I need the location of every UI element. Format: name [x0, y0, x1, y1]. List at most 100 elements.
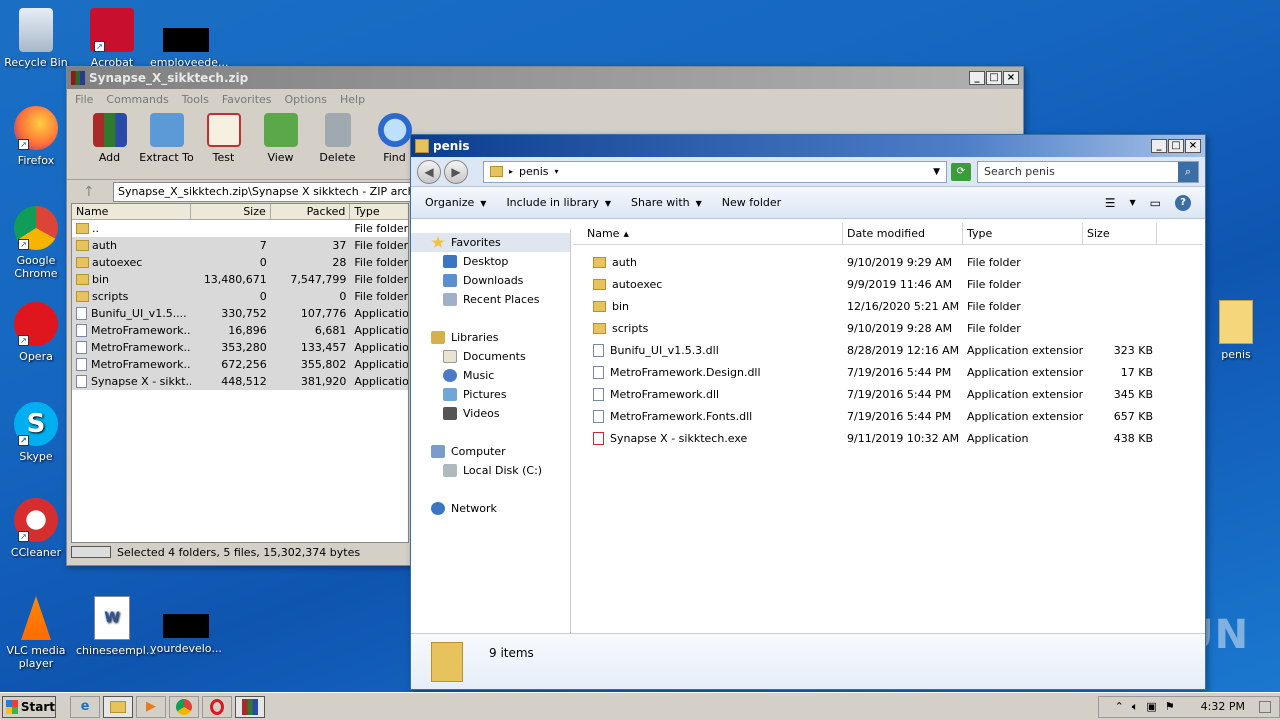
table-row[interactable]: auth 7 37 File folder	[72, 237, 408, 254]
list-item[interactable]: MetroFramework.dll 7/19/2016 5:44 PM Appli…	[573, 383, 1203, 405]
test-button[interactable]: Test	[195, 113, 252, 179]
chevron-up-icon[interactable]: ⌃	[1115, 700, 1124, 713]
table-row[interactable]: MetroFramework... 353,280 133,457 Applicati…	[72, 339, 408, 356]
network-tray-icon[interactable]: ▣	[1146, 700, 1156, 713]
column-name[interactable]: Name	[72, 204, 192, 219]
nav-videos[interactable]: Videos	[411, 404, 570, 423]
menu-file[interactable]: File	[75, 93, 93, 106]
column-name[interactable]: Name ▲	[573, 223, 843, 244]
column-packed[interactable]: Packed	[271, 204, 351, 219]
desktop-icon-employeede[interactable]: employeede...	[150, 28, 229, 69]
volume-icon[interactable]: 🔈︎	[1132, 700, 1139, 714]
desktop-icon-chineseempl[interactable]: W chineseempl...	[76, 596, 156, 657]
chevron-down-icon[interactable]: ▼	[1130, 198, 1136, 207]
delete-button[interactable]: Delete	[309, 113, 366, 179]
clock[interactable]: 4:32 PM	[1201, 700, 1245, 713]
up-arrow-icon[interactable]: ↑	[73, 184, 113, 200]
nav-network[interactable]: Network	[411, 499, 570, 518]
minimize-button[interactable]: _	[969, 71, 985, 85]
nav-favorites[interactable]: Favorites	[411, 233, 570, 252]
taskbar-media-player[interactable]: ▶	[136, 695, 166, 718]
explorer-window[interactable]: penis _ □ × ◀ ▶ ▸ penis ▾ ▼ ⟳ Search pen…	[410, 134, 1206, 690]
search-icon[interactable]: ⌕	[1178, 161, 1198, 182]
menu-tools[interactable]: Tools	[182, 93, 209, 106]
taskbar-explorer[interactable]	[103, 695, 133, 718]
list-item[interactable]: MetroFramework.Design.dll 7/19/2016 5:44 …	[573, 361, 1203, 383]
chevron-down-icon[interactable]: ▼	[933, 167, 940, 177]
table-row[interactable]: Bunifu_UI_v1.5.... 330,752 107,776 Applicat…	[72, 305, 408, 322]
desktop-icon-ccleaner[interactable]: ↗ CCleaner	[0, 498, 72, 559]
column-date-modified[interactable]: Date modified	[843, 223, 963, 244]
nav-documents[interactable]: Documents	[411, 347, 570, 366]
nav-pictures[interactable]: Pictures	[411, 385, 570, 404]
table-row[interactable]: .. File folder	[72, 220, 408, 237]
address-field[interactable]: ▸ penis ▾ ▼	[483, 160, 947, 183]
title-bar[interactable]: Synapse_X_sikktech.zip _ □ ×	[67, 67, 1023, 89]
taskbar-winrar[interactable]	[235, 695, 265, 718]
search-input[interactable]: Search penis ⌕	[977, 160, 1199, 183]
extract-to-button[interactable]: Extract To	[138, 113, 195, 179]
show-desktop-icon[interactable]	[1259, 700, 1271, 713]
taskbar-opera[interactable]	[202, 695, 232, 718]
nav-computer[interactable]: Computer	[411, 442, 570, 461]
desktop-icon-penis-folder[interactable]: penis	[1200, 300, 1272, 361]
desktop-icon-yourdevelo[interactable]: yourdevelo...	[150, 614, 222, 655]
list-item[interactable]: autoexec 9/9/2019 11:46 AM File folder	[573, 273, 1203, 295]
column-size[interactable]: Size	[191, 204, 271, 219]
column-size[interactable]: Size	[1083, 223, 1157, 244]
start-button[interactable]: Start	[2, 695, 56, 718]
nav-recent-places[interactable]: Recent Places	[411, 290, 570, 309]
title-bar[interactable]: penis _ □ ×	[411, 135, 1205, 157]
menu-favorites[interactable]: Favorites	[222, 93, 272, 106]
list-item[interactable]: auth 9/10/2019 9:29 AM File folder	[573, 251, 1203, 273]
archive-file-list[interactable]: Name Size Packed Type .. File folder auth 7…	[71, 203, 409, 543]
breadcrumb[interactable]: penis	[519, 165, 549, 178]
breadcrumb-chevron-icon[interactable]: ▸	[509, 167, 513, 176]
share-with-menu[interactable]: Share with ▼	[631, 196, 702, 209]
breadcrumb-chevron-icon[interactable]: ▾	[555, 167, 559, 176]
table-row[interactable]: scripts 0 0 File folder	[72, 288, 408, 305]
table-row[interactable]: bin 13,480,671 7,547,799 File folder	[72, 271, 408, 288]
forward-button[interactable]: ▶	[444, 159, 468, 184]
table-row[interactable]: MetroFramework... 672,256 355,802 Applicati…	[72, 356, 408, 373]
column-type[interactable]: Type	[963, 223, 1083, 244]
list-item[interactable]: scripts 9/10/2019 9:28 AM File folder	[573, 317, 1203, 339]
taskbar-chrome[interactable]	[169, 695, 199, 718]
desktop-icon-skype[interactable]: S ↗ Skype	[0, 402, 72, 463]
list-item[interactable]: Synapse X - sikktech.exe 9/11/2019 10:32 …	[573, 427, 1203, 449]
nav-local-disk[interactable]: Local Disk (C:)	[411, 461, 570, 480]
desktop-icon-chrome[interactable]: ↗ Google Chrome	[0, 206, 72, 280]
minimize-button[interactable]: _	[1151, 139, 1167, 153]
menu-options[interactable]: Options	[285, 93, 327, 106]
back-button[interactable]: ◀	[417, 159, 441, 184]
add-button[interactable]: Add	[81, 113, 138, 179]
new-folder-button[interactable]: New folder	[722, 196, 781, 209]
view-options-icon[interactable]: ☰	[1105, 196, 1116, 210]
list-item[interactable]: MetroFramework.Fonts.dll 7/19/2016 5:44 P…	[573, 405, 1203, 427]
preview-pane-icon[interactable]: ▭	[1150, 196, 1161, 210]
close-button[interactable]: ×	[1003, 71, 1019, 85]
list-item[interactable]: bin 12/16/2020 5:21 AM File folder	[573, 295, 1203, 317]
nav-music[interactable]: Music	[411, 366, 570, 385]
refresh-button[interactable]: ⟳	[951, 162, 971, 181]
menu-commands[interactable]: Commands	[106, 93, 168, 106]
close-button[interactable]: ×	[1185, 139, 1201, 153]
view-button[interactable]: View	[252, 113, 309, 179]
desktop-icon-opera[interactable]: ↗ Opera	[0, 302, 72, 363]
maximize-button[interactable]: □	[986, 71, 1002, 85]
desktop-icon-firefox[interactable]: ↗ Firefox	[0, 106, 72, 167]
nav-desktop[interactable]: Desktop	[411, 252, 570, 271]
list-item[interactable]: Bunifu_UI_v1.5.3.dll 8/28/2019 12:16 AM Ap…	[573, 339, 1203, 361]
table-row[interactable]: Synapse X - sikkt... 448,512 381,920 Applic…	[72, 373, 408, 390]
desktop-icon-recycle-bin[interactable]: Recycle Bin	[0, 8, 72, 69]
taskbar-ie[interactable]: e	[70, 695, 100, 718]
column-type[interactable]: Type	[350, 204, 408, 219]
organize-menu[interactable]: Organize ▼	[425, 196, 486, 209]
include-in-library-menu[interactable]: Include in library ▼	[506, 196, 611, 209]
nav-libraries[interactable]: Libraries	[411, 328, 570, 347]
help-icon[interactable]: ?	[1175, 194, 1191, 211]
desktop-icon-acrobat[interactable]: ↗ Acrobat	[76, 8, 148, 69]
maximize-button[interactable]: □	[1168, 139, 1184, 153]
action-center-flag-icon[interactable]: ⚑	[1165, 700, 1175, 713]
table-row[interactable]: MetroFramework... 16,896 6,681 Application	[72, 322, 408, 339]
